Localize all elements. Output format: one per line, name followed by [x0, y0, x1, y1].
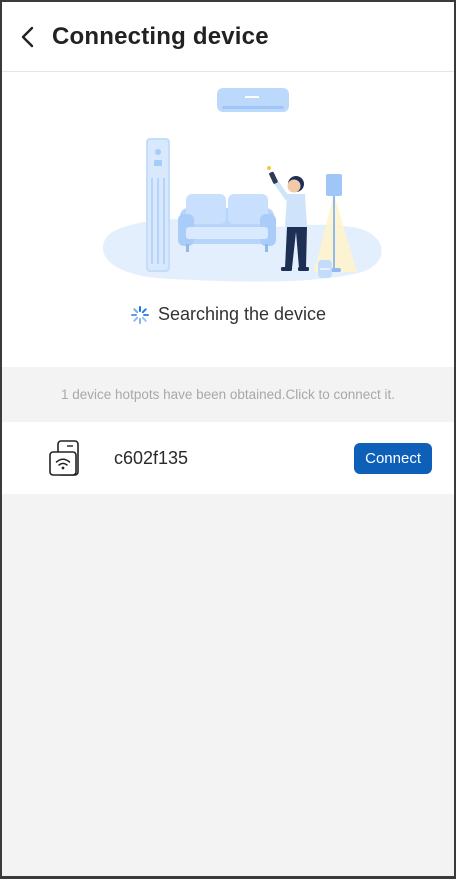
- smart-home-illustration: [102, 88, 382, 282]
- chevron-left-icon: [21, 26, 34, 47]
- wifi-device-icon: [49, 440, 79, 476]
- search-status-text: Searching the device: [157, 304, 327, 324]
- header-bar: Connecting device: [2, 2, 454, 72]
- loading-spinner-icon: [130, 305, 149, 324]
- back-button[interactable]: [14, 17, 42, 57]
- page-title: Connecting device: [52, 22, 269, 50]
- device-list-item[interactable]: c602f135 Connect: [2, 422, 454, 494]
- search-status: Searching the device: [2, 304, 454, 325]
- connect-button[interactable]: Connect: [354, 442, 432, 474]
- app-screen: Connecting device Searching the device 1…: [0, 0, 456, 879]
- device-name: c602f135: [114, 447, 189, 468]
- hotspot-hint: 1 device hotpots have been obtained.Clic…: [2, 367, 454, 422]
- hero-section: Searching the device: [2, 72, 454, 367]
